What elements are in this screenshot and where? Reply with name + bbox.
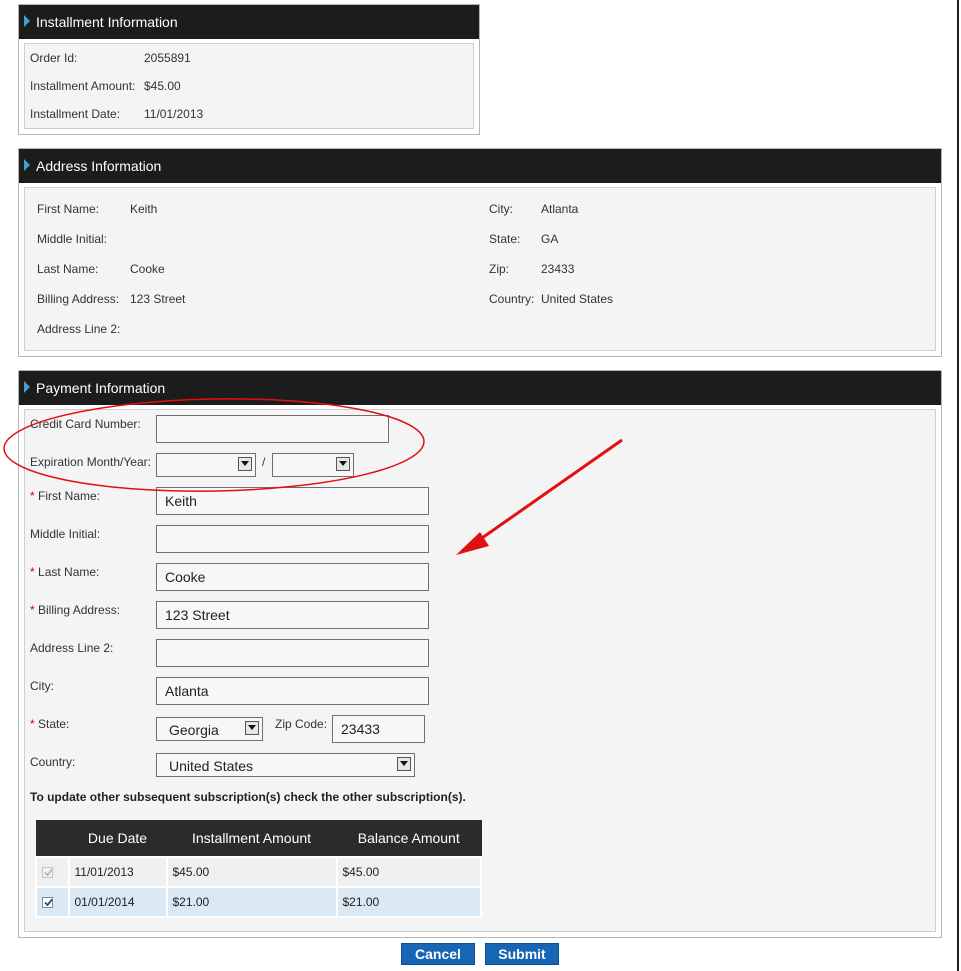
address-last-name-value: Cooke <box>130 262 165 276</box>
payment-line2-label: Address Line 2: <box>30 641 114 655</box>
expiration-month-select[interactable] <box>156 453 256 477</box>
subscription-update-note: To update other subsequent subscription(… <box>30 790 466 804</box>
row-select-cell <box>35 856 70 888</box>
order-id-value: 2055891 <box>144 51 191 65</box>
address-title: Address Information <box>36 158 162 174</box>
payment-state-label-text: State: <box>38 717 70 731</box>
expand-arrow-icon <box>24 15 30 27</box>
order-id-label: Order Id: <box>30 51 78 65</box>
chevron-down-icon <box>397 757 411 771</box>
address-city-label: City: <box>489 202 513 216</box>
address-first-name-label: First Name: <box>37 202 100 216</box>
payment-first-name-label: * First Name: <box>30 489 100 503</box>
required-marker: * <box>30 603 35 617</box>
payment-city-label: City: <box>30 679 54 693</box>
payment-country-label: Country: <box>30 755 76 769</box>
address-header: Address Information <box>19 149 941 183</box>
payment-billing-label: * Billing Address: <box>30 603 120 617</box>
expand-arrow-icon <box>24 381 30 393</box>
address-billing-value: 123 Street <box>130 292 186 306</box>
credit-card-input[interactable] <box>156 415 389 443</box>
expiration-year-select[interactable] <box>272 453 354 477</box>
payment-last-name-label: * Last Name: <box>30 565 99 579</box>
installment-amount-value: $45.00 <box>144 79 181 93</box>
address-country-value: United States <box>541 292 614 306</box>
address-last-name-label: Last Name: <box>37 262 99 276</box>
expand-arrow-icon <box>24 159 30 171</box>
due-date-cell: 11/01/2013 <box>67 856 168 888</box>
table-row: 11/01/2013 $45.00 $45.00 <box>35 856 482 888</box>
payment-middle-initial-label: Middle Initial: <box>30 527 101 541</box>
zip-code-input[interactable] <box>332 715 425 743</box>
billing-address-input[interactable] <box>156 601 429 629</box>
address-state-label: State: <box>489 232 521 246</box>
state-select[interactable]: Georgia <box>156 717 263 741</box>
payment-billing-label-text: Billing Address: <box>38 603 121 617</box>
due-date-cell: 01/01/2014 <box>67 886 168 918</box>
expiration-separator: / <box>262 455 266 469</box>
required-marker: * <box>30 489 35 503</box>
address-line2-input[interactable] <box>156 639 429 667</box>
row-checkbox[interactable] <box>42 897 53 909</box>
credit-card-label: Credit Card Number: <box>30 417 141 431</box>
installment-date-label: Installment Date: <box>30 107 121 121</box>
address-first-name-value: Keith <box>130 202 158 216</box>
table-row: 01/01/2014 $21.00 $21.00 <box>35 886 482 918</box>
chevron-down-icon <box>238 457 252 471</box>
state-select-value: Georgia <box>169 722 219 738</box>
installment-amount-label: Installment Amount: <box>30 79 136 93</box>
submit-button[interactable]: Submit <box>485 943 559 965</box>
required-marker: * <box>30 717 35 731</box>
city-input[interactable] <box>156 677 429 705</box>
chevron-down-icon <box>245 721 259 735</box>
address-billing-label: Billing Address: <box>37 292 120 306</box>
chevron-down-icon <box>336 457 350 471</box>
installment-schedule-table: Due Date Installment Amount Balance Amou… <box>35 820 482 918</box>
row-checkbox[interactable] <box>42 867 53 879</box>
address-panel: Address Information <box>18 148 942 357</box>
installment-amount-header: Installment Amount <box>166 820 337 857</box>
first-name-input[interactable] <box>156 487 429 515</box>
cancel-button[interactable]: Cancel <box>401 943 475 965</box>
select-column-header <box>36 820 69 857</box>
middle-initial-input[interactable] <box>156 525 429 553</box>
country-select-value: United States <box>169 758 254 774</box>
page-edge <box>957 0 959 971</box>
expiration-label: Expiration Month/Year: <box>30 455 151 469</box>
address-zip-value: 23433 <box>541 262 575 276</box>
payment-zip-label: Zip Code: <box>275 717 328 731</box>
address-zip-label: Zip: <box>489 262 510 276</box>
address-middle-initial-label: Middle Initial: <box>37 232 108 246</box>
payment-title: Payment Information <box>36 380 166 396</box>
installment-cell: $21.00 <box>165 886 338 918</box>
row-select-cell <box>35 886 70 918</box>
installment-header: Installment Information <box>19 5 479 39</box>
due-date-header: Due Date <box>68 820 167 857</box>
last-name-input[interactable] <box>156 563 429 591</box>
balance-cell: $45.00 <box>335 856 482 888</box>
installment-date-value: 11/01/2013 <box>144 107 204 121</box>
table-header-row: Due Date Installment Amount Balance Amou… <box>36 820 482 857</box>
address-state-value: GA <box>541 232 559 246</box>
payment-state-label: * State: <box>30 717 69 731</box>
balance-amount-header: Balance Amount <box>336 820 482 857</box>
required-marker: * <box>30 565 35 579</box>
balance-cell: $21.00 <box>335 886 482 918</box>
payment-header: Payment Information <box>19 371 941 405</box>
payment-last-name-label-text: Last Name: <box>38 565 100 579</box>
address-line2-label: Address Line 2: <box>37 322 121 336</box>
payment-first-name-label-text: First Name: <box>38 489 101 503</box>
address-country-label: Country: <box>489 292 535 306</box>
address-city-value: Atlanta <box>541 202 579 216</box>
country-select[interactable]: United States <box>156 753 415 777</box>
installment-title: Installment Information <box>36 14 178 30</box>
installment-cell: $45.00 <box>165 856 338 888</box>
